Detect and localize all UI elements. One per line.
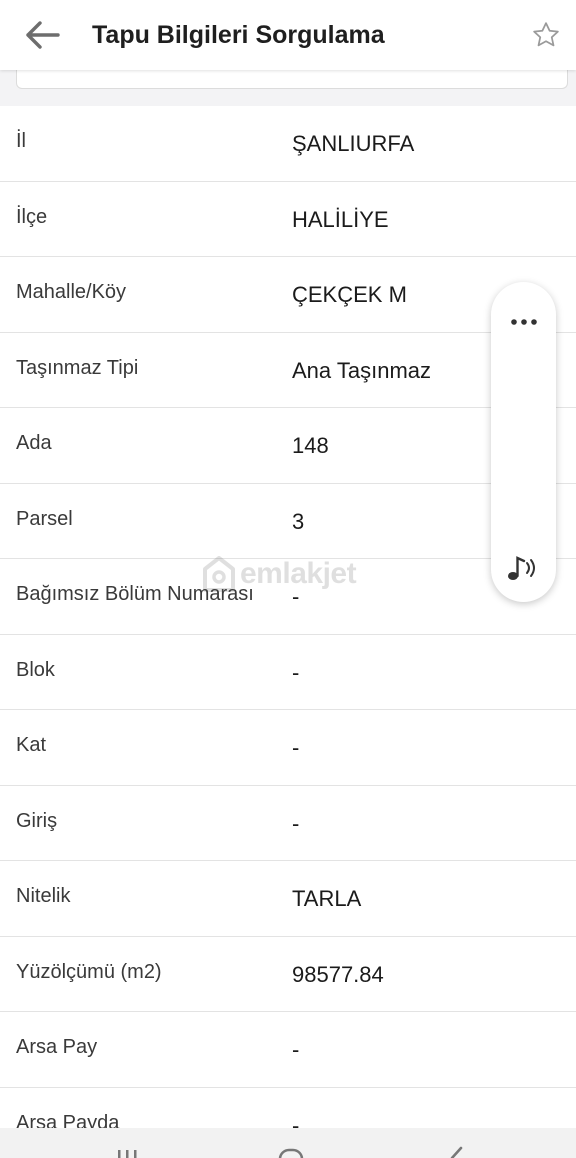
arrow-left-icon (26, 21, 60, 49)
row-value: 148 (292, 433, 329, 458)
info-row-tasinmaz-tipi: Taşınmaz Tipi Ana Taşınmaz (0, 333, 576, 408)
info-row-yuzolcumu: Yüzölçümü (m2) 98577.84 (0, 937, 576, 1012)
row-value: HALİLİYE (292, 206, 389, 232)
row-label: Arsa Pay (16, 1036, 98, 1058)
row-label: İlçe (16, 205, 48, 228)
row-value: 3 (292, 508, 305, 534)
info-row-nitelik: Nitelik TARLA (0, 861, 576, 937)
row-label: Nitelik (16, 885, 71, 907)
info-row-parsel: Parsel 3 (0, 484, 576, 559)
row-value: - (292, 810, 300, 836)
back-button[interactable] (0, 0, 84, 70)
system-nav-bar (0, 1128, 576, 1158)
home-button[interactable] (278, 1146, 304, 1158)
chevron-left-icon (450, 1146, 463, 1158)
row-label: Giriş (16, 809, 58, 832)
audio-button[interactable] (499, 548, 549, 588)
floating-action-panel (491, 282, 556, 602)
info-row-kat: Kat - (0, 710, 576, 786)
row-label: Ada (16, 432, 52, 454)
search-card (16, 70, 568, 89)
row-label: Mahalle/Köy (16, 281, 127, 303)
nav-back-button[interactable] (446, 1146, 466, 1158)
app-bar: Tapu Bilgileri Sorgulama (0, 0, 576, 70)
more-horizontal-icon (510, 319, 537, 325)
info-row-ada: Ada 148 (0, 408, 576, 484)
info-row-il: İl ŞANLIURFA (0, 106, 576, 182)
row-value: Ana Taşınmaz (292, 357, 432, 383)
home-circle-icon (278, 1148, 304, 1158)
info-row-ilce: İlçe HALİLİYE (0, 182, 576, 257)
more-options-button[interactable] (499, 302, 549, 342)
row-value: - (292, 1037, 300, 1062)
row-value: ŞANLIURFA (292, 131, 415, 156)
row-label: Bağımsız Bölüm Numarası (16, 583, 254, 605)
row-label: İl (16, 130, 26, 152)
row-label: Kat (16, 734, 47, 756)
row-value: - (292, 659, 300, 685)
row-value: TARLA (292, 886, 362, 911)
row-label: Blok (16, 658, 55, 681)
row-label: Parsel (16, 507, 73, 530)
info-row-blok: Blok - (0, 635, 576, 710)
recent-apps-icon (118, 1150, 137, 1158)
info-row-arsa-pay: Arsa Pay - (0, 1012, 576, 1088)
info-list: İl ŞANLIURFA İlçe HALİLİYE Mahalle/Köy Ç… (0, 106, 576, 1158)
favorite-button[interactable] (516, 0, 576, 70)
row-value: - (292, 735, 300, 760)
star-outline-icon (533, 22, 559, 47)
page-title: Tapu Bilgileri Sorgulama (92, 20, 385, 49)
music-note-sound-icon (507, 556, 535, 580)
row-label: Taşınmaz Tipi (16, 356, 139, 379)
info-row-mahalle: Mahalle/Köy ÇEKÇEK M (0, 257, 576, 333)
row-value: - (292, 584, 300, 609)
info-row-bagimsiz-bolum: Bağımsız Bölüm Numarası - (0, 559, 576, 635)
info-row-giris: Giriş - (0, 786, 576, 861)
recent-apps-button[interactable] (116, 1146, 138, 1158)
row-label: Yüzölçümü (m2) (16, 960, 162, 983)
row-value: ÇEKÇEK M (292, 282, 407, 307)
row-value: 98577.84 (292, 961, 384, 987)
